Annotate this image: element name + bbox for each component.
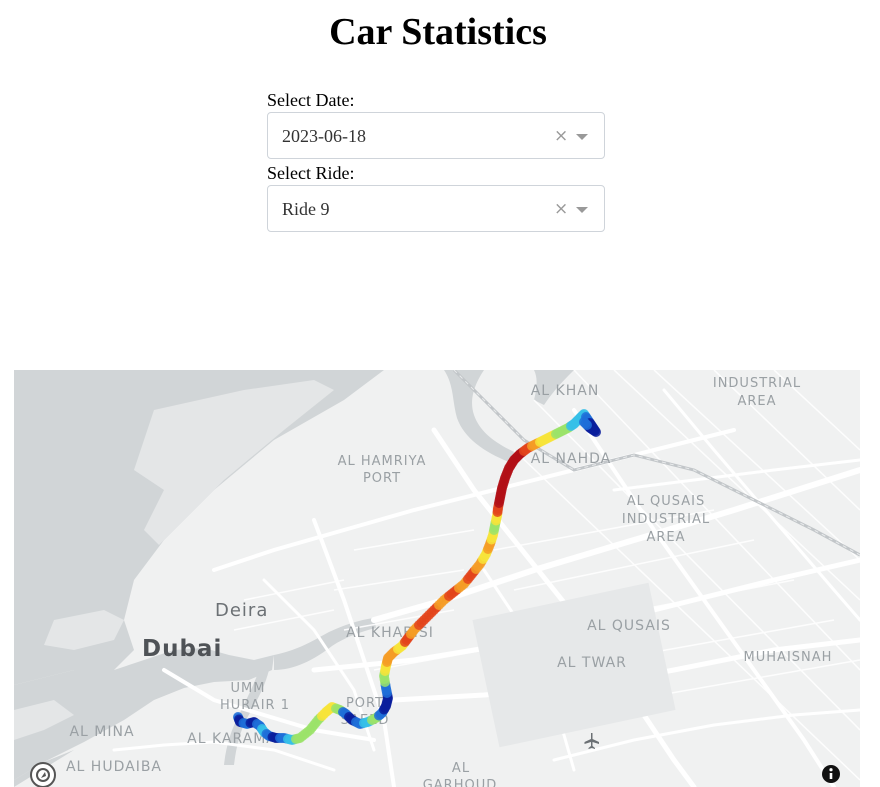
ride-map[interactable]: AL KHAN INDUSTRIAL AREA AL HAMRIYA PORT … xyxy=(14,370,860,787)
chevron-down-icon[interactable] xyxy=(576,207,588,213)
label-al-twar: AL TWAR xyxy=(557,655,627,671)
label-al-qusais-industrial: AL QUSAIS xyxy=(627,494,706,509)
label-industrial-area: INDUSTRIAL xyxy=(713,376,801,391)
ride-select[interactable]: Ride 9 × xyxy=(267,185,605,232)
label-al-qusais-industrial-3: AREA xyxy=(646,530,685,545)
info-icon[interactable] xyxy=(822,765,840,783)
label-al-nahda: AL NAHDA xyxy=(531,451,612,467)
date-select[interactable]: 2023-06-18 × xyxy=(267,112,605,159)
label-al-khan: AL KHAN xyxy=(531,383,600,399)
label-al-garhoud-2: GARHOUD xyxy=(423,778,498,787)
label-al-qusais-industrial-2: INDUSTRIAL xyxy=(622,512,710,527)
ride-clear-icon[interactable]: × xyxy=(554,197,568,221)
label-al-mina: AL MINA xyxy=(69,724,134,740)
route-point[interactable] xyxy=(579,417,589,427)
app-page: Car Statistics Select Date: 2023-06-18 ×… xyxy=(0,0,880,787)
map-canvas[interactable]: AL KHAN INDUSTRIAL AREA AL HAMRIYA PORT … xyxy=(14,370,860,787)
label-al-hamriya-2: PORT xyxy=(363,471,401,486)
chevron-down-icon[interactable] xyxy=(576,134,588,140)
label-al-hudaiba: AL HUDAIBA xyxy=(66,759,162,775)
mapbox-logo-icon[interactable] xyxy=(30,762,56,787)
label-al-qusais: AL QUSAIS xyxy=(587,618,671,634)
date-label: Select Date: xyxy=(267,90,355,110)
label-port-saeed: PORT xyxy=(346,696,384,711)
label-industrial-area-2: AREA xyxy=(737,394,776,409)
page-title: Car Statistics xyxy=(329,11,547,53)
label-dubai: Dubai xyxy=(142,636,222,662)
label-umm-hurair: UMM xyxy=(231,681,266,696)
ride-select-value: Ride 9 xyxy=(282,199,330,219)
label-umm-hurair-2: HURAIR 1 xyxy=(220,698,290,713)
label-al-hamriya: AL HAMRIYA xyxy=(338,454,427,469)
date-clear-icon[interactable]: × xyxy=(554,124,568,148)
label-al-garhoud: AL xyxy=(452,761,470,776)
label-deira: Deira xyxy=(215,600,268,621)
ride-label: Select Ride: xyxy=(267,163,355,183)
label-muhaisnah: MUHAISNAH xyxy=(744,650,833,665)
date-select-value: 2023-06-18 xyxy=(282,126,366,146)
